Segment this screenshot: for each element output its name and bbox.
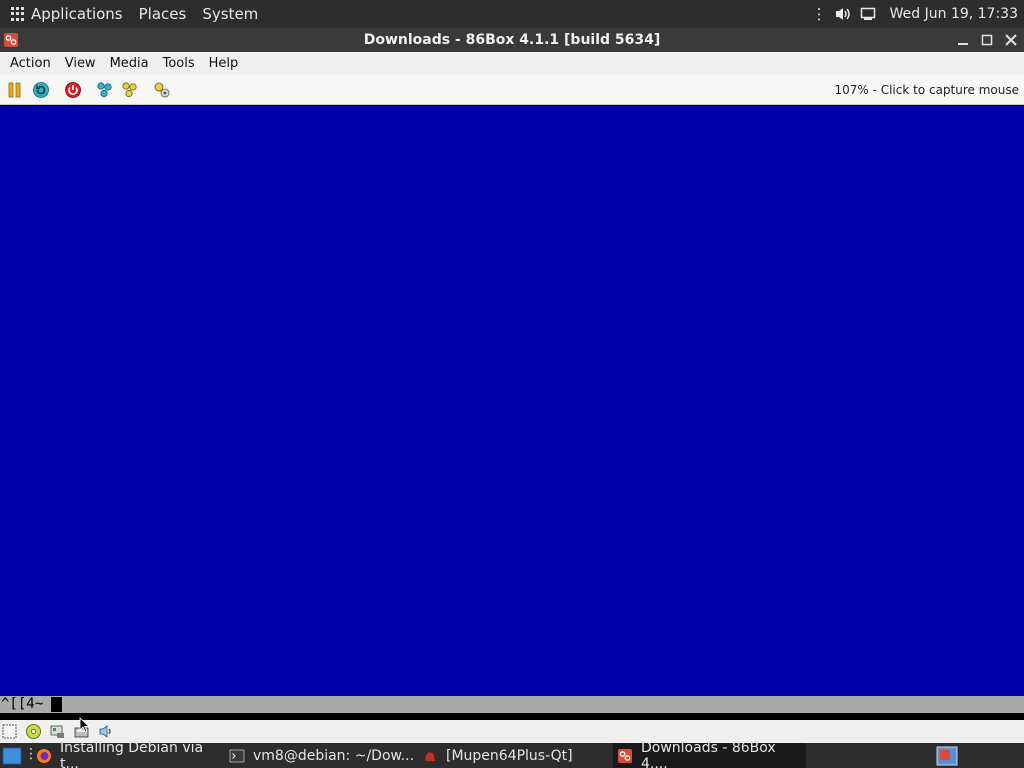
- console-text: ^[[4~: [1, 696, 44, 712]
- places-menu[interactable]: Places: [139, 5, 187, 23]
- power-icon[interactable]: [64, 81, 82, 99]
- screen-border: [0, 713, 1024, 720]
- toolbar: 107% - Click to capture mouse: [0, 75, 1024, 105]
- console-line: ^[[4~: [0, 696, 1024, 713]
- settings-icon[interactable]: [153, 81, 171, 99]
- network-icon[interactable]: [860, 6, 876, 22]
- cdrom-icon[interactable]: [25, 723, 42, 740]
- menu-view[interactable]: View: [65, 56, 96, 71]
- apps-grid-icon[interactable]: [11, 7, 25, 21]
- system-menu[interactable]: System: [202, 5, 258, 23]
- more-vert-icon[interactable]: ⋮: [812, 5, 827, 23]
- menu-media[interactable]: Media: [110, 56, 149, 71]
- 86box-icon: [618, 748, 632, 763]
- task-firefox[interactable]: Installing Debian via t...: [36, 739, 224, 768]
- reset-icon[interactable]: [32, 81, 50, 99]
- menubar: Action View Media Tools Help: [0, 52, 1024, 75]
- menu-tools[interactable]: Tools: [163, 56, 195, 71]
- volume-icon[interactable]: [834, 6, 852, 22]
- maximize-icon[interactable]: [978, 31, 996, 49]
- network-card-icon[interactable]: [49, 723, 66, 740]
- task-label: Downloads - 86Box 4....: [641, 739, 776, 768]
- ctrl-alt-del-icon[interactable]: [96, 81, 114, 99]
- taskbar: ⋮ Installing Debian via t... vm8@debian:…: [0, 739, 1024, 768]
- task-terminal[interactable]: vm8@debian: ~/Dow...: [229, 743, 419, 768]
- task-label: vm8@debian: ~/Dow...: [253, 747, 415, 764]
- window-titlebar[interactable]: Downloads - 86Box 4.1.1 [build 5634]: [0, 28, 1024, 52]
- window-title: Downloads - 86Box 4.1.1 [build 5634]: [363, 32, 661, 48]
- terminal-icon: [229, 749, 245, 762]
- floppy-icon[interactable]: [1, 723, 18, 740]
- mouse-pointer-icon: [79, 717, 91, 733]
- ctrl-alt-esc-icon[interactable]: [121, 81, 139, 99]
- top-panel: Applications Places System ⋮ Wed Jun 19,…: [0, 0, 1024, 28]
- firefox-icon: [37, 748, 51, 763]
- show-desktop-icon[interactable]: [2, 747, 22, 765]
- task-label: [Mupen64Plus-Qt]: [446, 747, 573, 764]
- applications-menu[interactable]: Applications: [31, 5, 123, 23]
- task-label: Installing Debian via t...: [60, 739, 204, 768]
- sound-icon[interactable]: [97, 723, 114, 740]
- clock[interactable]: Wed Jun 19, 17:33: [890, 6, 1018, 22]
- emulator-screen[interactable]: [0, 106, 1024, 696]
- workspace-switcher-icon[interactable]: [936, 746, 958, 766]
- close-icon[interactable]: [1002, 31, 1020, 49]
- menu-help[interactable]: Help: [209, 56, 239, 71]
- text-cursor: [51, 697, 62, 712]
- task-mupen[interactable]: [Mupen64Plus-Qt]: [422, 743, 610, 768]
- menu-action[interactable]: Action: [10, 56, 51, 71]
- system-tray: ⋮ Wed Jun 19, 17:33: [812, 0, 1018, 28]
- task-86box[interactable]: Downloads - 86Box 4....: [613, 739, 806, 768]
- capture-mouse-status[interactable]: 107% - Click to capture mouse: [834, 83, 1019, 97]
- mupen-icon: [424, 751, 436, 761]
- pause-icon[interactable]: [6, 81, 24, 99]
- minimize-icon[interactable]: [954, 31, 972, 49]
